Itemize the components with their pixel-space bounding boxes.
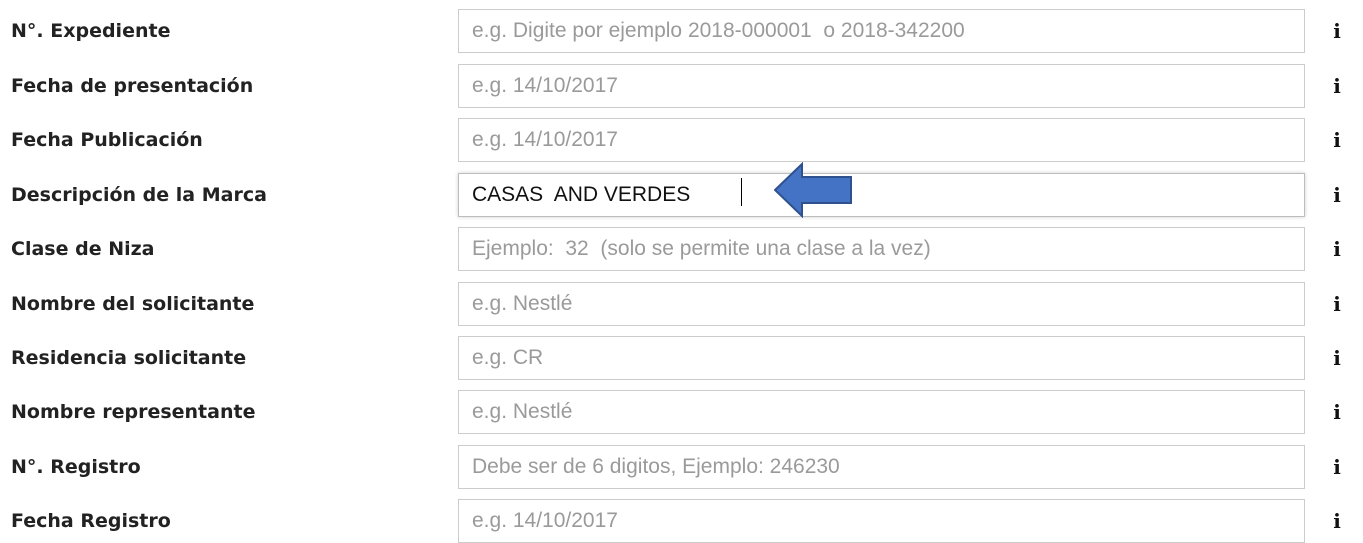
info-icon[interactable]: i: [1326, 336, 1348, 380]
label-descripcion-marca: Descripción de la Marca: [11, 184, 267, 206]
expediente-input[interactable]: [458, 9, 1305, 53]
fecha-registro-input[interactable]: [458, 499, 1305, 543]
info-icon[interactable]: i: [1326, 173, 1348, 217]
label-numero-registro: N°. Registro: [11, 456, 141, 478]
info-icon[interactable]: i: [1326, 227, 1348, 271]
row-nombre-representante: Nombre representante i: [0, 390, 1363, 434]
label-fecha-registro: Fecha Registro: [11, 510, 171, 532]
label-residencia-solicitante: Residencia solicitante: [11, 347, 247, 369]
info-icon[interactable]: i: [1326, 64, 1348, 108]
row-descripcion-marca: Descripción de la Marca i: [0, 173, 1363, 217]
info-icon[interactable]: i: [1326, 499, 1348, 543]
row-residencia-solicitante: Residencia solicitante i: [0, 336, 1363, 380]
label-expediente: N°. Expediente: [11, 20, 171, 42]
fecha-publicacion-input[interactable]: [458, 118, 1305, 162]
row-numero-registro: N°. Registro i: [0, 445, 1363, 489]
left-arrow-icon: [774, 162, 852, 218]
descripcion-marca-input[interactable]: [458, 173, 1305, 217]
trademark-search-form: N°. Expediente i Fecha de presentación i…: [0, 0, 1363, 543]
label-fecha-publicacion: Fecha Publicación: [11, 129, 203, 151]
label-fecha-presentacion: Fecha de presentación: [11, 75, 254, 97]
info-icon[interactable]: i: [1326, 390, 1348, 434]
label-nombre-solicitante: Nombre del solicitante: [11, 293, 255, 315]
text-cursor: [741, 178, 742, 206]
label-clase-niza: Clase de Niza: [11, 238, 155, 260]
clase-niza-input[interactable]: [458, 227, 1305, 271]
row-fecha-publicacion: Fecha Publicación i: [0, 118, 1363, 162]
row-expediente: N°. Expediente i: [0, 9, 1363, 53]
nombre-representante-input[interactable]: [458, 390, 1305, 434]
row-clase-niza: Clase de Niza i: [0, 227, 1363, 271]
row-nombre-solicitante: Nombre del solicitante i: [0, 282, 1363, 326]
residencia-solicitante-input[interactable]: [458, 336, 1305, 380]
fecha-presentacion-input[interactable]: [458, 64, 1305, 108]
info-icon[interactable]: i: [1326, 282, 1348, 326]
row-fecha-registro: Fecha Registro i: [0, 499, 1363, 543]
row-fecha-presentacion: Fecha de presentación i: [0, 64, 1363, 108]
nombre-solicitante-input[interactable]: [458, 282, 1305, 326]
info-icon[interactable]: i: [1326, 445, 1348, 489]
numero-registro-input[interactable]: [458, 445, 1305, 489]
info-icon[interactable]: i: [1326, 118, 1348, 162]
label-nombre-representante: Nombre representante: [11, 401, 256, 423]
info-icon[interactable]: i: [1326, 9, 1348, 53]
